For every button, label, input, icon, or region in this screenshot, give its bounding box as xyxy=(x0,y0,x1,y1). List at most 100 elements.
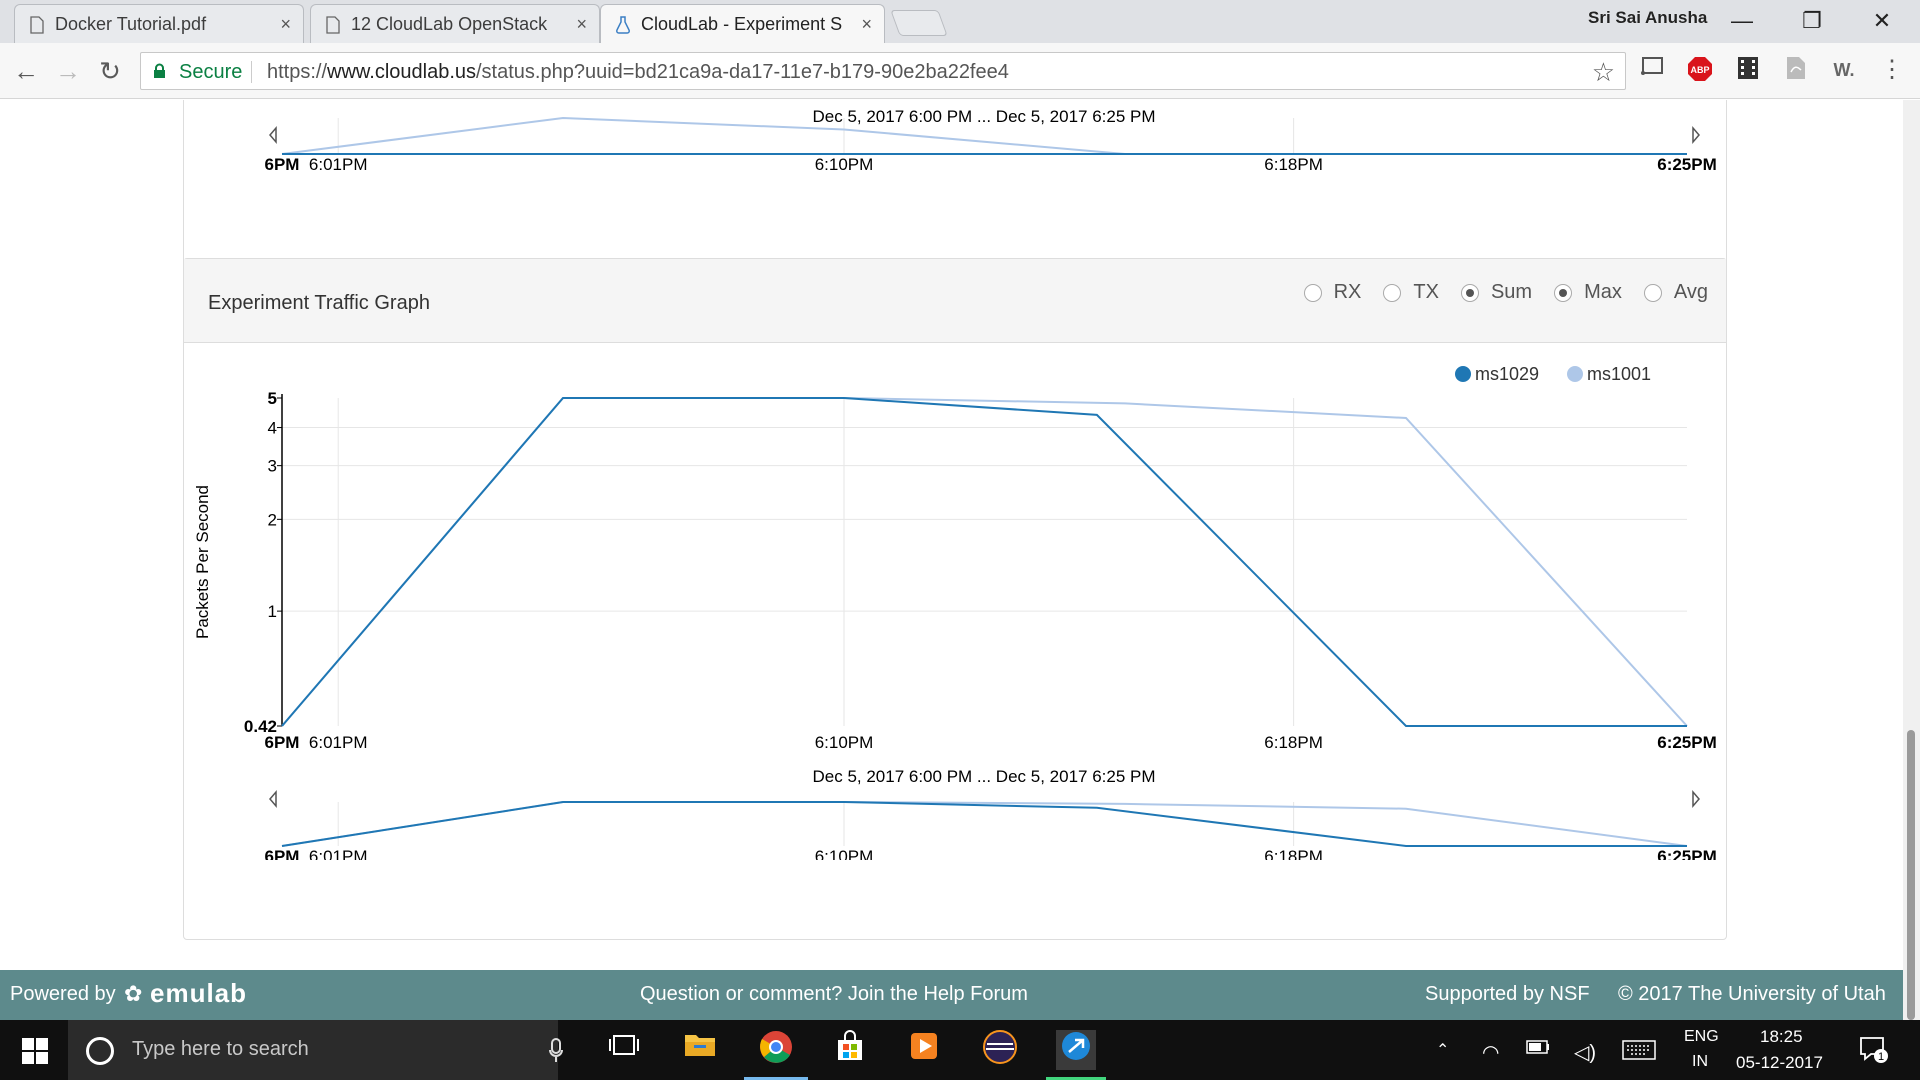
url-path: /status.php?uuid=bd21ca9a-da17-11e7-b179… xyxy=(476,61,1009,83)
series-line-ms1001 xyxy=(281,397,1688,727)
menu-icon[interactable]: ⋮ xyxy=(1878,56,1906,84)
navigator-line-ms1029 xyxy=(281,801,1687,847)
y-axis-label: Packets Per Second xyxy=(193,485,212,639)
flask-icon xyxy=(615,16,631,34)
tab-title: 12 CloudLab OpenStack xyxy=(351,14,548,34)
window-close-icon[interactable]: ✕ xyxy=(1852,6,1912,36)
forward-arrow-icon[interactable]: → xyxy=(52,55,84,87)
store-icon[interactable] xyxy=(830,1030,870,1070)
y-tick-label: 2 xyxy=(268,510,277,529)
y-tick-label: 4 xyxy=(268,419,277,438)
taskbar-search[interactable]: Type here to search xyxy=(68,1020,563,1080)
browser-toolbar: ← → ↻ Secure https://www.cloudlab.us/sta… xyxy=(0,43,1920,99)
copyright-text: © 2017 The University of Utah xyxy=(1618,983,1886,1005)
legend-marker-ms1029 xyxy=(1455,366,1471,382)
document-icon xyxy=(326,16,340,34)
scrollbar-thumb[interactable] xyxy=(1907,730,1915,1020)
x-tick-label: 6:25PM xyxy=(1657,733,1717,752)
pdf-icon[interactable] xyxy=(1782,56,1810,84)
navigator-tick-label: 6:01PM xyxy=(309,847,368,860)
search-placeholder: Type here to search xyxy=(132,1038,309,1060)
tab-cloudlab-openstack[interactable]: 12 CloudLab OpenStack × xyxy=(310,4,600,43)
chevron-up-icon[interactable]: ⌃ xyxy=(1436,1040,1449,1060)
address-bar[interactable]: Secure https://www.cloudlab.us/status.ph… xyxy=(140,52,1626,90)
w-icon[interactable]: W. xyxy=(1830,56,1858,84)
x-tick-label: 6:10PM xyxy=(815,733,874,752)
url-scheme: https:// xyxy=(267,61,328,83)
clock-date[interactable]: 05-12-2017 xyxy=(1736,1053,1823,1073)
y-tick-label: 1 xyxy=(268,602,277,621)
battery-icon[interactable] xyxy=(1526,1040,1550,1059)
restore-icon[interactable]: ❐ xyxy=(1782,6,1842,36)
navigator-line-ms1001 xyxy=(281,801,1688,847)
adblock-label: ABP xyxy=(1690,65,1709,75)
keyboard-icon[interactable] xyxy=(1622,1040,1656,1065)
media-player-icon[interactable] xyxy=(904,1030,944,1070)
close-icon[interactable]: × xyxy=(576,5,587,43)
powered-by-label: Powered by xyxy=(10,983,116,1005)
traffic-line-chart[interactable]: 0.42123456PM 6:01PM 6:10PM 6:18PM 6:25PMPack… xyxy=(0,100,1920,860)
emulab-logo[interactable]: emulab xyxy=(150,978,247,1009)
task-view-icon[interactable] xyxy=(604,1030,644,1070)
navigator-tick-label: 6:10PM xyxy=(815,847,874,860)
page-content: Dec 5, 2017 6:00 PM ... Dec 5, 2017 6:25… xyxy=(0,100,1920,970)
legend-label-ms1001: ms1001 xyxy=(1587,364,1651,384)
tab-docker-tutorial[interactable]: Docker Tutorial.pdf × xyxy=(14,4,304,43)
wifi-icon[interactable]: ◠ xyxy=(1482,1040,1499,1065)
volume-icon[interactable]: ◁) xyxy=(1574,1040,1596,1065)
tab-cloudlab-experiment[interactable]: CloudLab - Experiment S × xyxy=(600,4,885,43)
secure-label: Secure xyxy=(179,61,243,83)
lock-icon xyxy=(154,63,165,78)
divider xyxy=(251,61,252,83)
flower-icon: ✿ xyxy=(124,981,143,1006)
windows-start-icon[interactable] xyxy=(22,1038,48,1064)
navigator-right-handle-icon xyxy=(1692,789,1700,809)
navigator-tick-label: 6:18PM xyxy=(1264,847,1323,860)
url-domain: www.cloudlab.us xyxy=(327,61,476,83)
navigator-left-handle-icon xyxy=(269,789,277,809)
adblock-icon[interactable]: ABP xyxy=(1686,56,1714,84)
y-tick-label: 5 xyxy=(268,389,277,408)
close-icon[interactable]: × xyxy=(280,5,291,43)
language-code[interactable]: ENG xyxy=(1684,1028,1719,1046)
legend-label-ms1029: ms1029 xyxy=(1475,364,1539,384)
close-icon[interactable]: × xyxy=(861,5,872,43)
site-footer: Powered by ✿ emulab Question or comment?… xyxy=(0,970,1920,1020)
cast-icon[interactable] xyxy=(1638,56,1666,84)
navigator-tick-label: 6PM xyxy=(265,847,300,860)
nsf-link[interactable]: Supported by NSF xyxy=(1425,983,1590,1006)
scrollbar[interactable] xyxy=(1903,100,1920,1020)
browser-tab-strip: Docker Tutorial.pdf × 12 CloudLab OpenSt… xyxy=(0,0,1920,43)
navigator-tick-label: 6:25PM xyxy=(1657,847,1717,860)
series-line-ms1029 xyxy=(281,397,1687,727)
x-tick-label: 6:01PM xyxy=(309,733,368,752)
clock-time[interactable]: 18:25 xyxy=(1760,1027,1803,1047)
chrome-icon[interactable] xyxy=(756,1030,796,1070)
new-tab-button[interactable] xyxy=(890,10,948,36)
microphone-icon[interactable] xyxy=(548,1038,564,1064)
range-label: Dec 5, 2017 6:00 PM ... Dec 5, 2017 6:25… xyxy=(812,767,1155,786)
cortana-icon xyxy=(86,1037,114,1065)
bookmark-star-icon[interactable]: ☆ xyxy=(1592,57,1615,88)
x-tick-label: 6PM xyxy=(265,733,300,752)
minimize-icon[interactable]: — xyxy=(1712,6,1772,36)
x-tick-label: 6:18PM xyxy=(1264,733,1323,752)
tab-title: Docker Tutorial.pdf xyxy=(55,14,207,34)
tab-title: CloudLab - Experiment S xyxy=(641,14,843,34)
legend-marker-ms1001 xyxy=(1567,366,1583,382)
notification-icon[interactable]: 1 xyxy=(1858,1034,1888,1069)
notification-count: 1 xyxy=(1878,1051,1884,1063)
help-forum-link[interactable]: Question or comment? Join the Help Forum xyxy=(640,983,1028,1006)
document-icon xyxy=(30,16,44,34)
windows-taskbar: Type here to search ⌃ ◠ ◁) ENG IN 18:25 … xyxy=(0,1020,1920,1080)
y-tick-label: 3 xyxy=(268,457,277,476)
reload-icon[interactable]: ↻ xyxy=(94,55,126,87)
profile-name[interactable]: Sri Sai Anusha xyxy=(1588,8,1707,28)
back-arrow-icon[interactable]: ← xyxy=(10,55,42,87)
remote-app-icon[interactable] xyxy=(1056,1030,1096,1070)
language-region[interactable]: IN xyxy=(1692,1053,1708,1071)
file-explorer-icon[interactable] xyxy=(680,1030,720,1070)
url-text[interactable]: https://www.cloudlab.us/status.php?uuid=… xyxy=(267,61,1009,84)
eclipse-icon[interactable] xyxy=(980,1030,1020,1070)
film-icon[interactable] xyxy=(1734,56,1762,84)
